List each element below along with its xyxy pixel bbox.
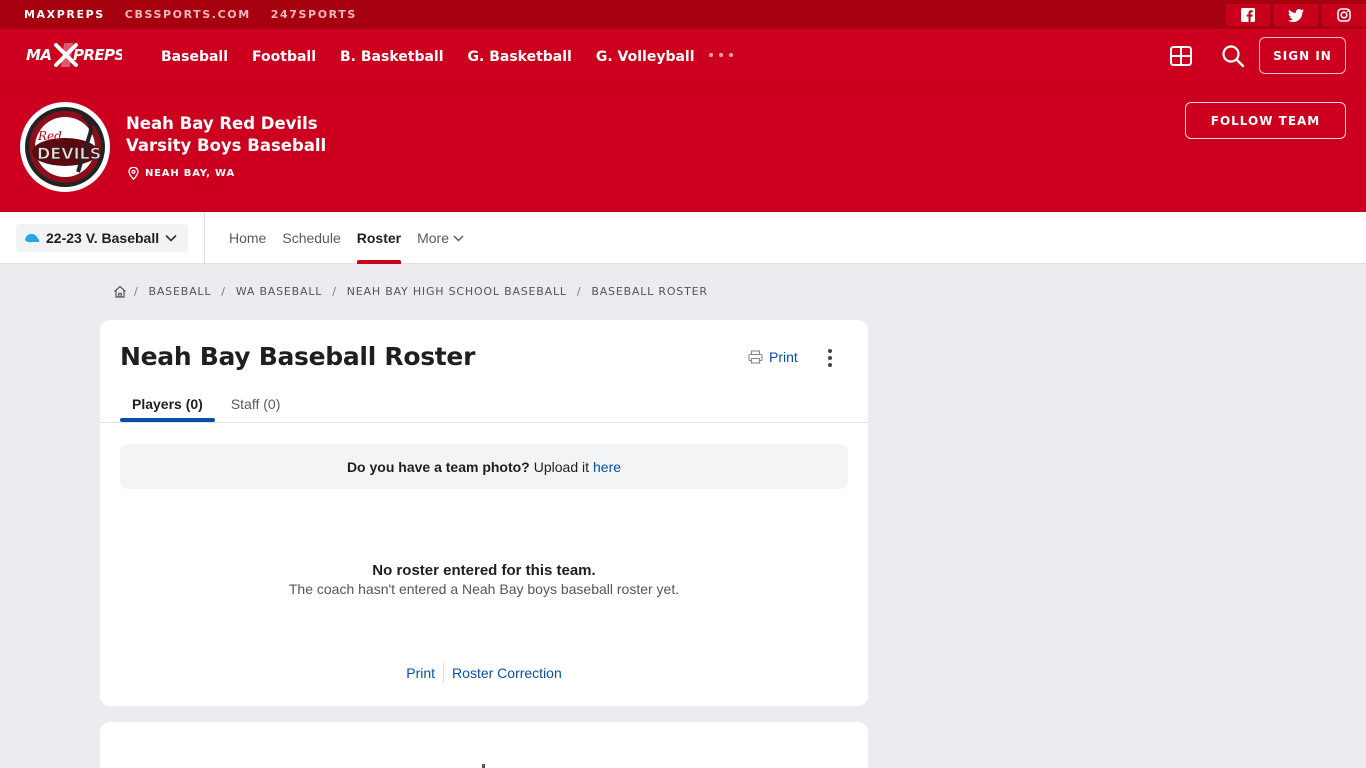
twitter-button[interactable]	[1274, 4, 1318, 26]
loading-indicator	[482, 764, 485, 768]
maxpreps-link[interactable]: MAXPREPS	[0, 8, 115, 21]
247sports-link[interactable]: 247SPORTS	[261, 8, 367, 21]
facebook-button[interactable]	[1226, 4, 1270, 26]
nav-girls-volleyball[interactable]: G. Volleyball	[596, 49, 695, 65]
roster-card: Neah Bay Baseball Roster Print Players (…	[100, 320, 868, 706]
tab-schedule[interactable]: Schedule	[282, 212, 340, 264]
printer-icon	[748, 350, 763, 364]
grid-icon[interactable]	[1170, 45, 1192, 67]
secondary-card	[100, 722, 868, 768]
team-subnav: 22-23 V. Baseball Home Schedule Roster M…	[0, 212, 1366, 264]
svg-text:Red: Red	[37, 129, 62, 143]
team-name-line2: Varsity Boys Baseball	[126, 136, 327, 155]
breadcrumb-roster: BASEBALL ROSTER	[591, 285, 708, 298]
print-label: Print	[769, 349, 798, 365]
breadcrumb-school-baseball[interactable]: NEAH BAY HIGH SCHOOL BASEBALL	[347, 285, 567, 298]
team-name-line1: Neah Bay Red Devils	[126, 114, 318, 133]
photo-upload-text: Upload it	[533, 458, 590, 475]
breadcrumb-wa-baseball[interactable]: WA BASEBALL	[236, 285, 322, 298]
chevron-down-icon	[165, 234, 177, 242]
tab-staff[interactable]: Staff (0)	[219, 386, 293, 422]
subnav-divider	[204, 212, 205, 264]
tabs-divider	[100, 422, 868, 423]
svg-text:PREPS: PREPS	[73, 46, 122, 64]
tab-players[interactable]: Players (0)	[120, 386, 215, 422]
empty-roster-message: The coach hasn't entered a Neah Bay boys…	[288, 581, 680, 597]
season-label: 22-23 V. Baseball	[46, 230, 160, 246]
follow-team-button[interactable]: FOLLOW TEAM	[1185, 102, 1346, 139]
team-photo-banner: Do you have a team photo? Upload it here	[120, 444, 848, 489]
team-logo: Red DEVILS	[20, 102, 110, 192]
team-header: Red DEVILS Neah Bay Red Devils Varsity B…	[0, 84, 1366, 212]
top-strip: MAXPREPS CBSSPORTS.COM 247SPORTS	[0, 0, 1366, 29]
nav-girls-basketball[interactable]: G. Basketball	[468, 49, 572, 65]
chevron-down-icon	[453, 235, 464, 241]
facebook-icon	[1241, 8, 1255, 22]
more-options-icon[interactable]	[826, 349, 834, 367]
print-link[interactable]: Print	[398, 665, 443, 683]
nav-boys-basketball[interactable]: B. Basketball	[340, 49, 444, 65]
social-links	[1226, 4, 1366, 26]
svg-text:MA: MA	[26, 46, 51, 64]
photo-upload-link[interactable]: here	[593, 459, 621, 475]
nav-baseball[interactable]: Baseball	[161, 49, 228, 65]
roster-actions: Print Roster Correction	[100, 663, 868, 683]
roster-tabs: Players (0) Staff (0)	[120, 386, 296, 422]
cbssports-link[interactable]: CBSSPORTS.COM	[115, 8, 261, 21]
nav-football[interactable]: Football	[252, 49, 316, 65]
sign-in-button[interactable]: SIGN IN	[1259, 37, 1346, 74]
breadcrumb: / BASEBALL / WA BASEBALL / NEAH BAY HIGH…	[113, 285, 708, 298]
team-location-text: NEAH BAY, WA	[145, 168, 235, 179]
search-icon[interactable]	[1221, 44, 1245, 68]
more-sports-icon[interactable]	[709, 47, 733, 63]
breadcrumb-baseball[interactable]: BASEBALL	[149, 285, 212, 298]
tab-more-label: More	[417, 230, 450, 246]
team-location: NEAH BAY, WA	[128, 167, 235, 180]
page-title: Neah Bay Baseball Roster	[120, 342, 476, 371]
team-name: Neah Bay Red Devils Varsity Boys Basebal…	[126, 113, 326, 157]
roster-correction-link[interactable]: Roster Correction	[444, 665, 570, 683]
baseball-helmet-icon	[25, 233, 39, 243]
team-tabs: Home Schedule Roster More	[229, 212, 480, 264]
main-nav: MA PREPS Baseball Football B. Basketball…	[0, 29, 1366, 84]
home-icon[interactable]	[113, 285, 127, 298]
tab-home[interactable]: Home	[229, 212, 266, 264]
instagram-icon	[1337, 8, 1351, 22]
location-pin-icon	[128, 167, 139, 180]
photo-question: Do you have a team photo?	[346, 458, 530, 475]
print-button[interactable]: Print	[748, 349, 798, 365]
instagram-button[interactable]	[1322, 4, 1366, 26]
svg-text:DEVILS: DEVILS	[37, 144, 101, 163]
sport-links: Baseball Football B. Basketball G. Baske…	[161, 29, 719, 84]
empty-roster-title: No roster entered for this team.	[372, 562, 596, 579]
tab-roster[interactable]: Roster	[356, 212, 402, 264]
tab-more[interactable]: More	[417, 212, 464, 264]
twitter-icon	[1288, 8, 1304, 22]
maxpreps-logo[interactable]: MA PREPS	[26, 41, 122, 69]
season-selector[interactable]: 22-23 V. Baseball	[16, 224, 188, 252]
